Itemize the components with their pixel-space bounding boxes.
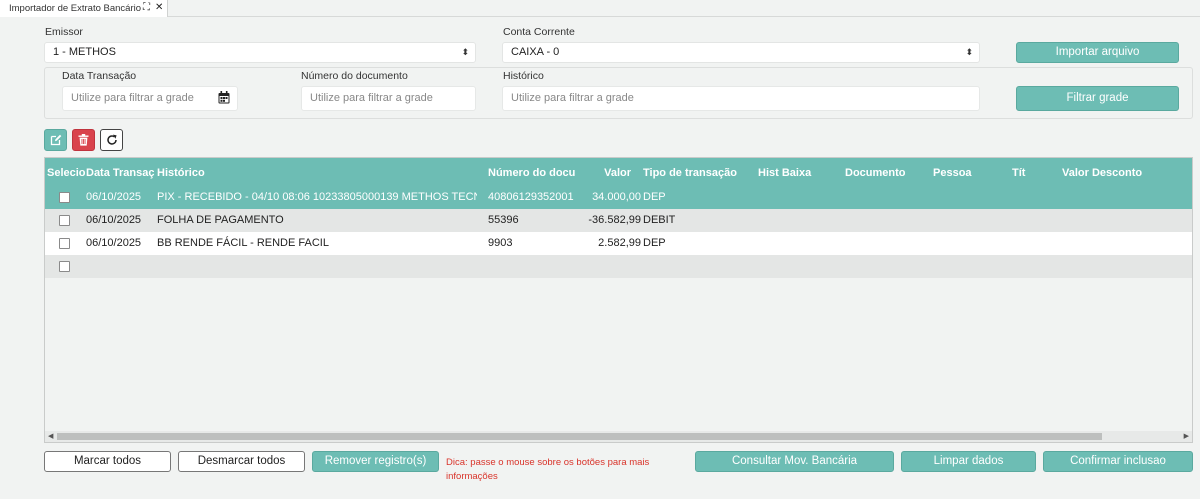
conta-label: Conta Corrente (503, 26, 575, 38)
tab-title: Importador de Extrato Bancário (9, 3, 142, 14)
emissor-select[interactable]: 1 - METHOS ⬍ (44, 42, 476, 63)
hint-text: Dica: passe o mouse sobre os botões para… (446, 457, 650, 482)
filter-historico-label: Histórico (503, 70, 544, 82)
col-header-numero[interactable]: Número do docu (488, 158, 578, 188)
cell-tipo: DEP (643, 191, 666, 203)
col-header-historico[interactable]: Histórico (157, 158, 477, 188)
col-header-titulo[interactable]: Tít (1012, 158, 1026, 188)
table-row[interactable]: 06/10/2025 PIX - RECEBIDO - 04/10 08:06 … (45, 186, 1192, 209)
cell-numero: 9903 (488, 237, 513, 249)
transactions-grid: Selecio Data Transaç Histórico Número do… (44, 157, 1193, 443)
delete-button[interactable] (72, 129, 95, 151)
row-checkbox[interactable] (59, 261, 70, 272)
table-row[interactable]: 06/10/2025 FOLHA DE PAGAMENTO 55396 -36.… (45, 209, 1192, 232)
maximize-icon[interactable]: ⛶ (143, 2, 150, 13)
import-file-button[interactable]: Importar arquivo (1016, 42, 1179, 63)
row-checkbox[interactable] (59, 192, 70, 203)
refresh-button[interactable] (100, 129, 123, 151)
cell-data: 06/10/2025 (86, 191, 142, 203)
horizontal-scrollbar[interactable]: ◀ ▶ (45, 431, 1192, 442)
conta-select[interactable]: CAIXA - 0 ⬍ (502, 42, 980, 63)
refresh-icon (106, 134, 117, 145)
edit-icon (50, 134, 61, 146)
row-checkbox[interactable] (59, 238, 70, 249)
grid-header: Selecio Data Transaç Histórico Número do… (45, 158, 1192, 188)
filter-grid-button[interactable]: Filtrar grade (1016, 86, 1179, 111)
conta-value: CAIXA - 0 (511, 46, 560, 58)
cell-valor: 2.582,99 (598, 237, 641, 249)
select-arrows-icon: ⬍ (461, 47, 469, 57)
cell-tipo: DEP (643, 237, 666, 249)
col-header-pessoa[interactable]: Pessoa (933, 158, 993, 188)
cell-data: 06/10/2025 (86, 214, 142, 226)
row-checkbox[interactable] (59, 215, 70, 226)
edit-button[interactable] (44, 129, 67, 151)
col-header-hist-baixa[interactable]: Hist Baixa (758, 158, 838, 188)
cell-numero: 40806129352001 (488, 191, 574, 203)
scroll-thumb[interactable] (57, 433, 1102, 440)
col-header-selecionar[interactable]: Selecio (47, 158, 87, 188)
clear-data-button[interactable]: Limpar dados (901, 451, 1036, 472)
emissor-value: 1 - METHOS (53, 46, 116, 58)
col-header-data[interactable]: Data Transaç (86, 158, 156, 188)
remove-records-button[interactable]: Remover registro(s) (312, 451, 439, 472)
select-all-button[interactable]: Marcar todos (44, 451, 171, 472)
cell-data: 06/10/2025 (86, 237, 142, 249)
filter-numero-input[interactable]: Utilize para filtrar a grade (301, 86, 476, 111)
cell-historico: BB RENDE FÁCIL - RENDE FACIL (157, 237, 329, 249)
col-header-tipo[interactable]: Tipo de transação (643, 158, 753, 188)
table-row[interactable] (45, 255, 1192, 278)
filter-historico-input[interactable]: Utilize para filtrar a grade (502, 86, 980, 111)
cell-valor: 34.000,00 (592, 191, 641, 203)
tab-bar: Importador de Extrato Bancário ⛶ ✕ (0, 0, 1200, 17)
deselect-all-button[interactable]: Desmarcar todos (178, 451, 305, 472)
emissor-label: Emissor (45, 26, 83, 38)
col-header-valor[interactable]: Valor (585, 158, 631, 188)
col-header-valor-desconto[interactable]: Valor Desconto (1062, 158, 1172, 188)
cell-historico: FOLHA DE PAGAMENTO (157, 214, 284, 226)
col-header-documento[interactable]: Documento (845, 158, 925, 188)
filter-data-input[interactable]: Utilize para filtrar a grade (62, 86, 238, 111)
scroll-left-icon[interactable]: ◀ (48, 431, 53, 442)
calendar-icon[interactable] (218, 91, 230, 104)
scroll-right-icon[interactable]: ▶ (1184, 431, 1189, 442)
table-row[interactable]: 06/10/2025 BB RENDE FÁCIL - RENDE FACIL … (45, 232, 1192, 255)
tab-importador[interactable]: Importador de Extrato Bancário ⛶ ✕ (0, 0, 168, 17)
confirm-inclusion-button[interactable]: Confirmar inclusao (1043, 451, 1193, 472)
close-icon[interactable]: ✕ (155, 2, 163, 13)
cell-valor: -36.582,99 (588, 214, 641, 226)
consult-bank-movement-button[interactable]: Consultar Mov. Bancária (695, 451, 894, 472)
cell-numero: 55396 (488, 214, 519, 226)
filter-numero-label: Número do documento (301, 70, 408, 82)
trash-icon (78, 134, 89, 146)
select-arrows-icon: ⬍ (965, 47, 973, 57)
filter-data-label: Data Transação (62, 70, 137, 82)
cell-tipo: DEBIT (643, 214, 676, 226)
cell-historico: PIX - RECEBIDO - 04/10 08:06 10233805000… (157, 191, 477, 203)
